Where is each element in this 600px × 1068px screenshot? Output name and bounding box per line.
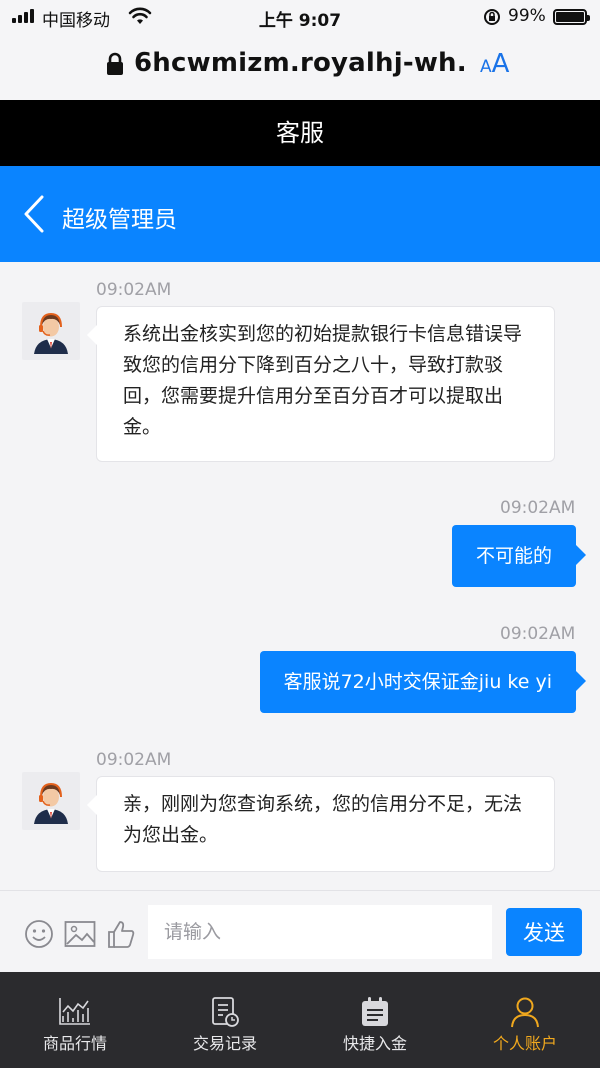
- text-size-big: A: [491, 49, 510, 79]
- nav-label: 快捷入金: [342, 1034, 407, 1053]
- agent-avatar: [22, 772, 80, 830]
- thumbs-up-icon[interactable]: [106, 919, 136, 953]
- page-title: 客服: [0, 100, 600, 166]
- outgoing-message: 不可能的: [451, 525, 587, 587]
- message-text: 客服说72小时交保证金jiu ke yi: [283, 671, 552, 693]
- address-bar[interactable]: 6hcwmizm.royalhj-wh.com AA: [0, 34, 600, 100]
- nav-label: 商品行情: [42, 1034, 107, 1053]
- lock-icon: [106, 52, 124, 80]
- incoming-message: 系统出金核实到您的初始提款银行卡信息错误导致您的信用分下降到百分之八十，导致打款…: [87, 306, 555, 462]
- incoming-message: 亲，刚刚为您查询系统，您的信用分不足，无法为您出金。: [87, 776, 555, 872]
- message-input[interactable]: [148, 905, 492, 959]
- message-text: 亲，刚刚为您查询系统，您的信用分不足，无法为您出金。: [123, 793, 523, 846]
- text-size-small: A: [480, 57, 492, 77]
- url-text[interactable]: 6hcwmizm.royalhj-wh.com: [134, 48, 464, 78]
- record-icon: [210, 996, 240, 1032]
- status-bar: 中国移动 上午 9:07 99%: [0, 0, 600, 34]
- contact-name: 超级管理员: [62, 207, 177, 233]
- rotation-lock-icon: [482, 7, 502, 32]
- message-timestamp: 09:02AM: [500, 498, 576, 518]
- nav-label: 个人账户: [492, 1034, 557, 1053]
- nav-item-deposit[interactable]: 快捷入金: [300, 972, 450, 1068]
- outgoing-message: 客服说72小时交保证金jiu ke yi: [259, 651, 587, 713]
- message-list[interactable]: 09:02AM 系统出金核实到您的初始提款银行卡信息错误导致您的信用分下降到百分…: [0, 262, 600, 890]
- battery-percent: 99%: [508, 6, 546, 26]
- support-agent-icon: [34, 312, 68, 354]
- nav-item-account[interactable]: 个人账户: [450, 972, 600, 1068]
- composer: 发送: [0, 890, 600, 972]
- message-timestamp: 09:02AM: [96, 280, 172, 300]
- send-button[interactable]: 发送: [506, 908, 582, 956]
- message-text: 不可能的: [475, 545, 552, 567]
- back-arrow-icon[interactable]: [20, 194, 48, 238]
- battery-icon: [553, 9, 590, 25]
- message-timestamp: 09:02AM: [96, 750, 172, 770]
- nav-label: 交易记录: [192, 1034, 257, 1053]
- bottom-nav: 商品行情 交易记录 快捷入金 个人账户: [0, 972, 600, 1068]
- clipboard-icon: [360, 996, 390, 1032]
- support-agent-icon: [34, 782, 68, 824]
- person-icon: [510, 996, 540, 1032]
- chart-icon: [58, 996, 92, 1030]
- agent-avatar: [22, 302, 80, 360]
- text-size-button[interactable]: AA: [480, 49, 509, 79]
- message-text: 系统出金核实到您的初始提款银行卡信息错误导致您的信用分下降到百分之八十，导致打款…: [123, 323, 523, 438]
- emoji-icon[interactable]: [24, 919, 54, 953]
- message-timestamp: 09:02AM: [500, 624, 576, 644]
- nav-item-market[interactable]: 商品行情: [0, 972, 150, 1068]
- chat-header: 超级管理员: [0, 166, 600, 262]
- nav-item-records[interactable]: 交易记录: [150, 972, 300, 1068]
- image-icon[interactable]: [64, 919, 96, 953]
